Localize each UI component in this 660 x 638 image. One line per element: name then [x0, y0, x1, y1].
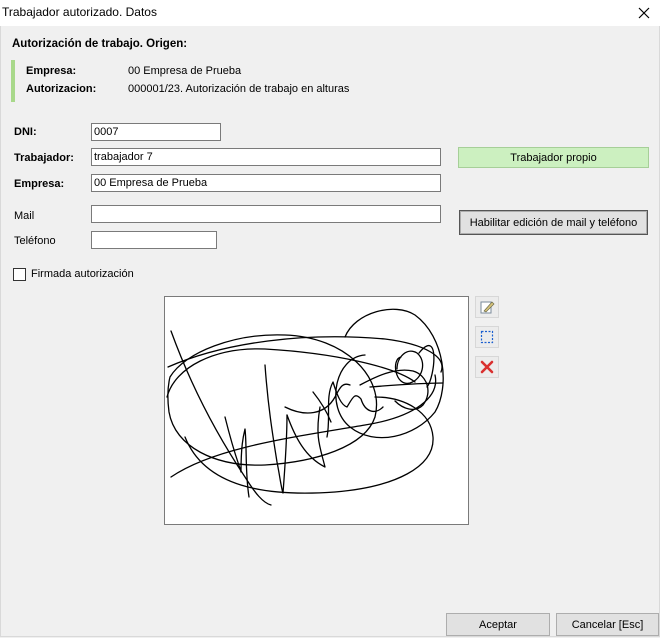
firmada-label: Firmada autorización	[31, 268, 134, 280]
edit-signature-icon	[480, 301, 495, 314]
edit-signature-button[interactable]	[475, 296, 499, 318]
select-area-icon	[480, 330, 494, 344]
dni-label: DNI:	[14, 126, 37, 138]
select-area-button[interactable]	[475, 326, 499, 348]
empresa-label: Empresa:	[14, 178, 65, 190]
firmada-checkbox[interactable]	[13, 268, 26, 281]
origin-panel: Empresa: 00 Empresa de Prueba Autorizaci…	[11, 60, 435, 102]
signature-drawing	[166, 308, 444, 506]
origin-autorizacion-label: Autorizacion:	[26, 83, 97, 95]
enable-edit-label: Habilitar edición de mail y teléfono	[469, 216, 638, 229]
telefono-field[interactable]	[91, 231, 217, 249]
title-bar: Trabajador autorizado. Datos	[0, 0, 660, 26]
window-title: Trabajador autorizado. Datos	[2, 5, 157, 19]
origin-autorizacion-value: 000001/23. Autorización de trabajo en al…	[128, 83, 350, 95]
empresa-field[interactable]: 00 Empresa de Prueba	[91, 174, 441, 192]
dni-field[interactable]: 0007	[91, 123, 221, 141]
enable-edit-button[interactable]: Habilitar edición de mail y teléfono	[459, 210, 648, 235]
trabajador-propio-button[interactable]: Trabajador propio	[458, 147, 649, 168]
delete-signature-button[interactable]	[475, 356, 499, 378]
origin-empresa-value: 00 Empresa de Prueba	[128, 65, 242, 77]
mail-label: Mail	[14, 210, 35, 222]
cancel-label: Cancelar [Esc]	[571, 618, 644, 631]
accept-label: Aceptar	[479, 618, 517, 631]
signature-canvas[interactable]	[164, 296, 469, 525]
telefono-label: Teléfono	[14, 235, 56, 247]
cancel-button[interactable]: Cancelar [Esc]	[556, 613, 659, 636]
trabajador-field[interactable]: trabajador 7	[91, 148, 441, 166]
close-icon	[638, 7, 650, 19]
origin-empresa-label: Empresa:	[26, 65, 77, 77]
close-button[interactable]	[628, 0, 660, 26]
section-title: Autorización de trabajo. Origen:	[12, 38, 188, 50]
trabajador-label: Trabajador:	[14, 152, 74, 164]
trabajador-propio-label: Trabajador propio	[510, 151, 597, 164]
accept-button[interactable]: Aceptar	[446, 613, 550, 636]
delete-signature-icon	[480, 360, 494, 374]
mail-field[interactable]	[91, 205, 441, 223]
